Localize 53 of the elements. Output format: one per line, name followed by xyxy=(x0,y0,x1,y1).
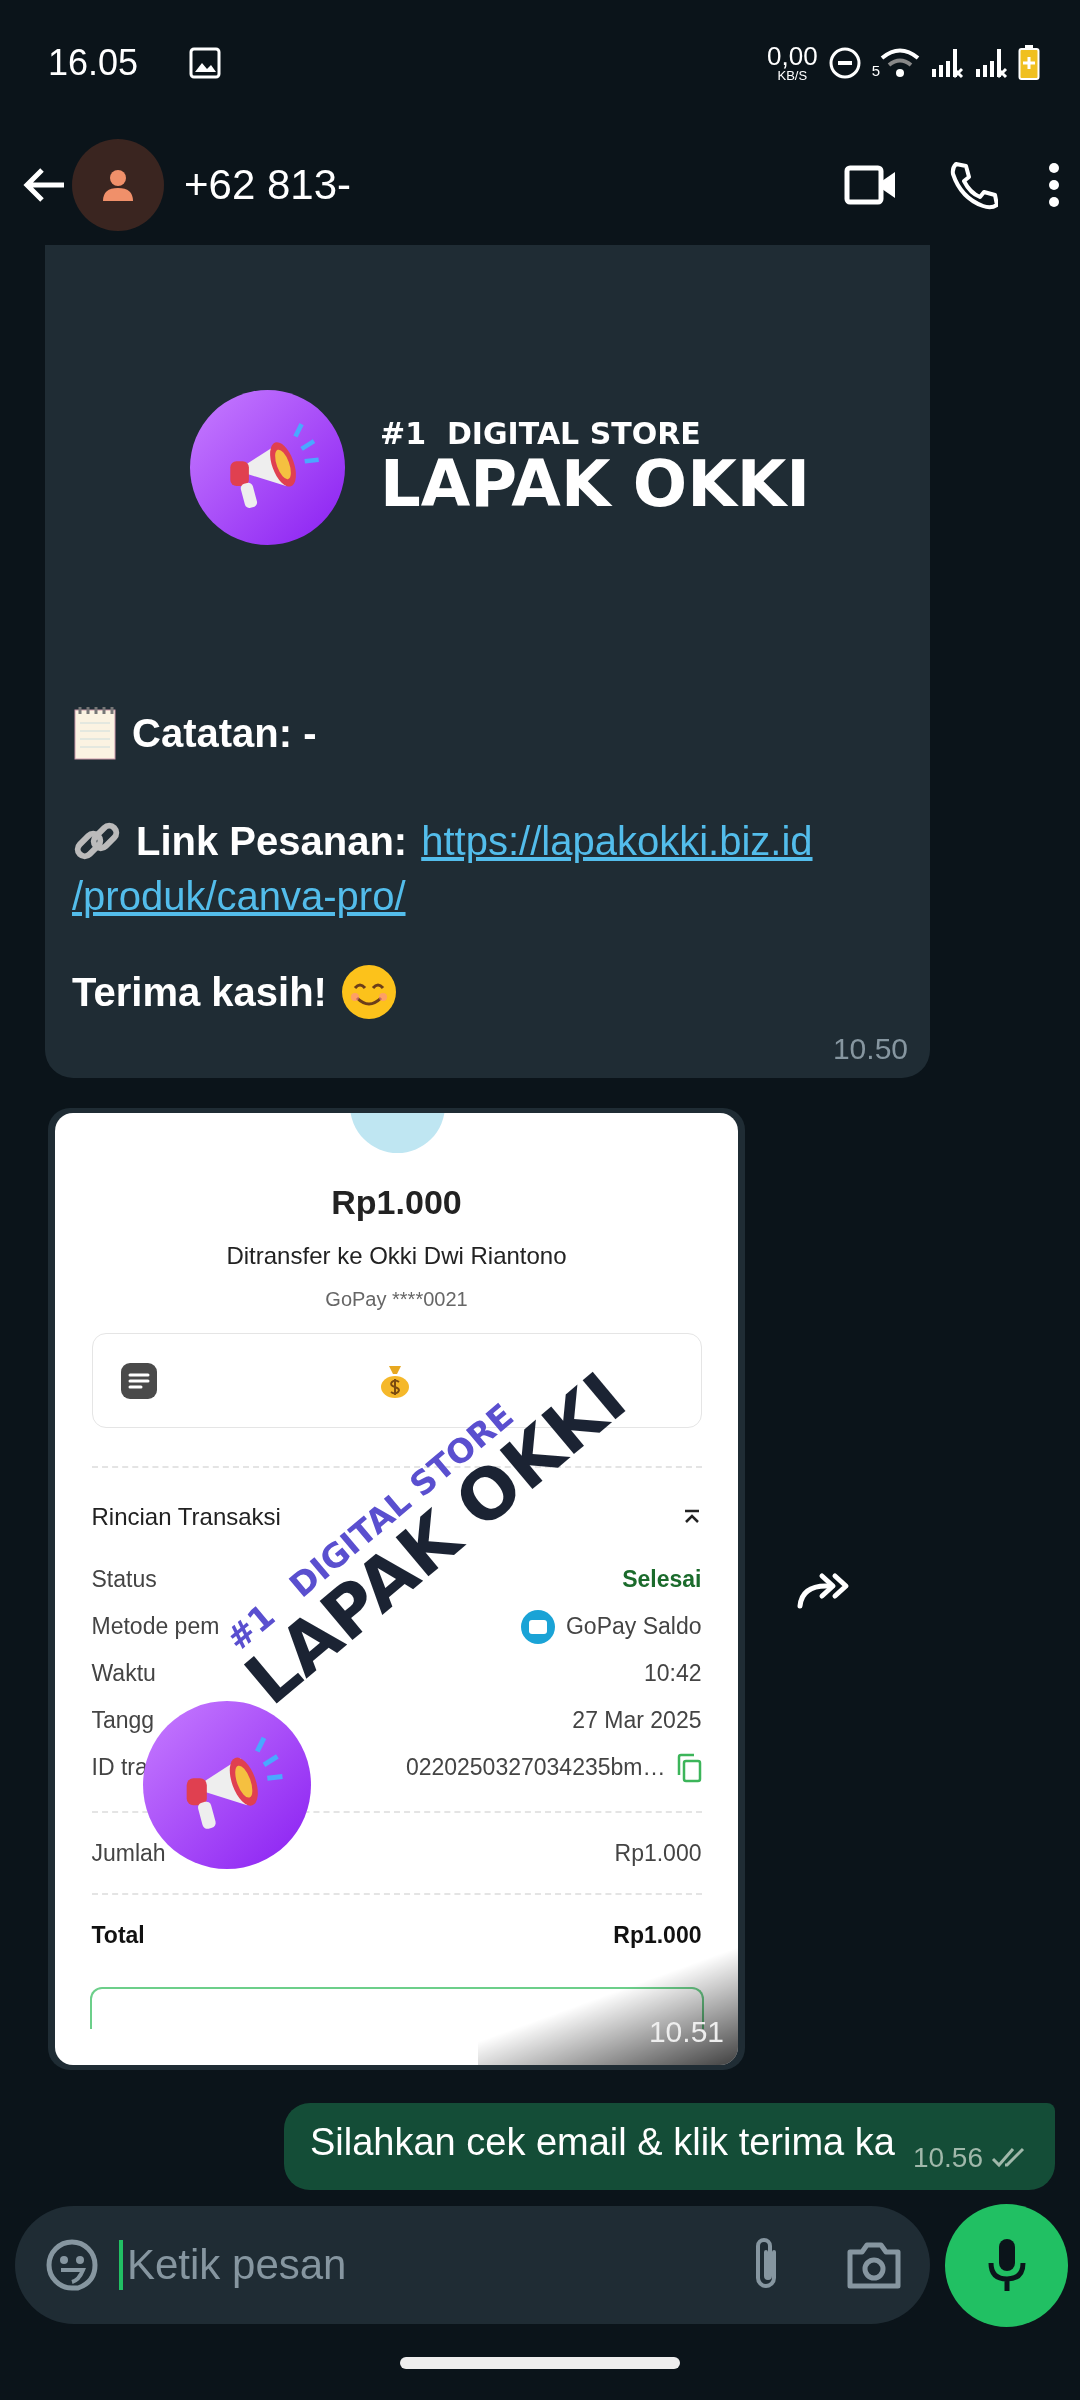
message-time: 10.56 xyxy=(912,2142,983,2174)
row-value: 27 Mar 2025 xyxy=(572,1707,702,1734)
store-logo-icon xyxy=(190,390,345,545)
recipient-text: Ditransfer ke Okki Dwi Riantono xyxy=(226,1242,567,1270)
row-label: Status xyxy=(91,1566,157,1593)
wallet-icon xyxy=(519,1608,556,1645)
net-speed: 0,00 xyxy=(767,43,818,69)
image-icon xyxy=(188,45,223,80)
message-field[interactable]: Ketik pesan xyxy=(15,2206,930,2324)
order-link[interactable]: /produk/canva-pro/ xyxy=(72,874,903,919)
note-text: Catatan: - xyxy=(132,710,317,756)
store-name: LAPAK OKKI xyxy=(380,451,811,519)
transfer-amount: Rp1.000 xyxy=(331,1183,462,1222)
sticker-icon[interactable] xyxy=(45,2238,99,2292)
receipt-screenshot[interactable] xyxy=(55,1113,738,2065)
phone-icon[interactable] xyxy=(948,160,998,210)
smiley-icon xyxy=(340,964,397,1020)
row-label: Tangg xyxy=(91,1707,155,1734)
contact-name[interactable]: +62 813- xyxy=(184,161,794,209)
message-time: 10.51 xyxy=(648,2015,724,2049)
account-text: GoPay ****0021 xyxy=(325,1288,468,1311)
note-icon xyxy=(120,1362,157,1399)
net-unit: KB/S xyxy=(777,69,808,82)
wifi-icon xyxy=(880,46,920,79)
total-value: Rp1.000 xyxy=(613,1921,702,1949)
row-value: GoPay Saldo xyxy=(565,1613,702,1640)
camera-icon[interactable] xyxy=(846,2240,902,2290)
row-value: 0220250327034235bm… xyxy=(405,1754,666,1781)
more-options-icon[interactable] xyxy=(1048,162,1060,208)
row-label: Waktu xyxy=(91,1660,156,1687)
notepad-icon xyxy=(72,705,118,761)
row-label: Jumlah xyxy=(91,1839,166,1867)
link-label: Link Pesanan: xyxy=(136,818,408,864)
clock: 16.05 xyxy=(48,41,139,84)
total-label: Total xyxy=(91,1921,145,1949)
row-label: Metode pem xyxy=(91,1613,220,1640)
row-value: Rp1.000 xyxy=(614,1839,702,1867)
message-input[interactable]: Ketik pesan xyxy=(119,2240,726,2290)
signal-icon xyxy=(974,46,1008,79)
wifi-band-label: 5 xyxy=(871,61,880,79)
row-value: 10:42 xyxy=(643,1660,702,1687)
do-not-disturb-icon xyxy=(827,45,862,80)
row-value: Selesai xyxy=(622,1566,702,1593)
money-bag-icon xyxy=(378,1363,411,1398)
copy-icon[interactable] xyxy=(675,1752,702,1783)
message-time: 10.50 xyxy=(832,1032,908,1066)
message-text: Silahkan cek email & klik terima ka xyxy=(309,2121,895,2165)
battery-icon xyxy=(1018,44,1040,81)
video-call-icon[interactable] xyxy=(844,165,898,205)
order-link[interactable]: https://lapakokki.biz.id xyxy=(421,818,813,864)
store-tagline: #1 DIGITAL STORE xyxy=(380,416,702,452)
signal-icon xyxy=(930,46,964,79)
thanks-text: Terima kasih! xyxy=(72,969,327,1015)
